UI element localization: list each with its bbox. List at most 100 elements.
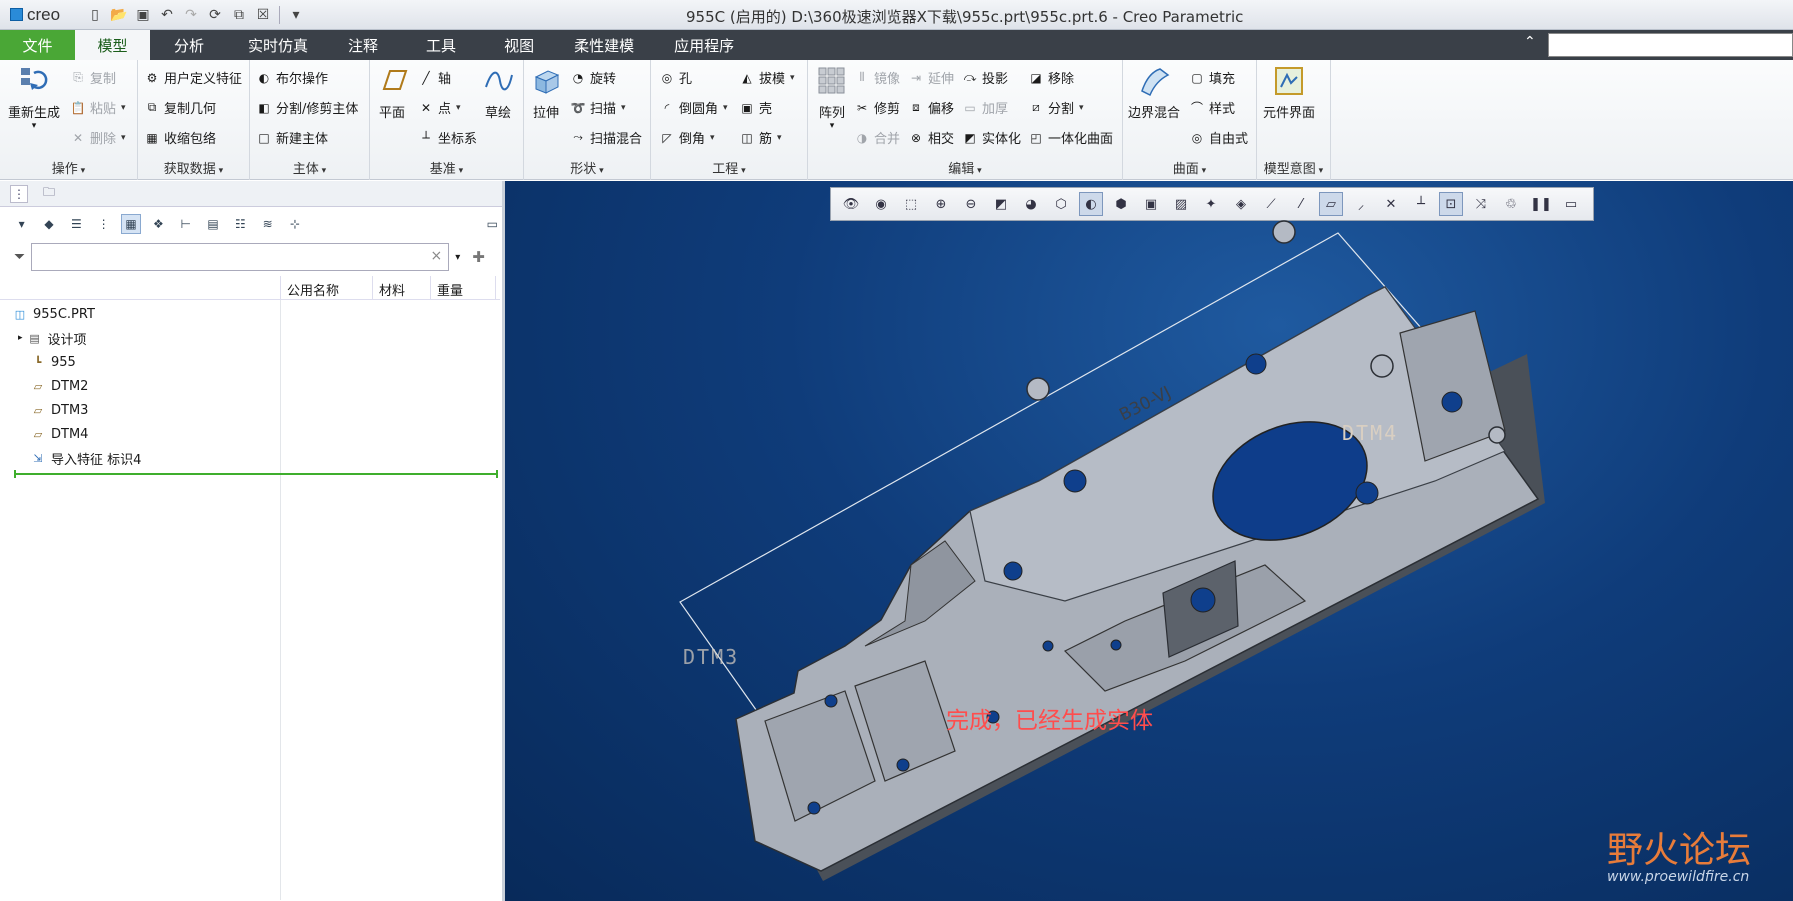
tree-level-icon[interactable]: ⋮ bbox=[94, 214, 113, 234]
tree-item-dtm4[interactable]: ▱ DTM4 bbox=[12, 422, 282, 446]
unify-surfaces-button[interactable]: ◰ 一体化曲面 bbox=[1028, 128, 1113, 148]
thicken-button[interactable]: ▭ 加厚 bbox=[962, 98, 1008, 118]
udf-button[interactable]: ⚙ 用户定义特征 bbox=[144, 68, 242, 88]
highlight-icon[interactable]: ❖ bbox=[149, 214, 168, 234]
tab-applications[interactable]: 应用程序 bbox=[654, 30, 754, 60]
group-label-datum[interactable]: 基准 bbox=[370, 158, 523, 177]
fill-button[interactable]: ▢ 填充 bbox=[1189, 68, 1235, 88]
tree-item-design-items[interactable]: ▸ ▤ 设计项 bbox=[12, 326, 282, 350]
group-label-surfaces[interactable]: 曲面 bbox=[1123, 158, 1256, 177]
boundary-blend-button[interactable]: 边界混合 bbox=[1128, 64, 1180, 121]
pattern-button[interactable]: 阵列 ▾ bbox=[816, 64, 848, 131]
split-button[interactable]: ⧄ 分割 ▾ bbox=[1028, 98, 1083, 117]
tab-view[interactable]: 视图 bbox=[484, 30, 554, 60]
tab-file[interactable]: 文件 bbox=[0, 30, 75, 60]
tab-simulation[interactable]: 实时仿真 bbox=[228, 30, 328, 60]
intersect-button[interactable]: ⊗ 相交 bbox=[908, 128, 954, 148]
boolean-button[interactable]: ◐ 布尔操作 bbox=[256, 68, 328, 88]
column-common-name[interactable]: 公用名称 bbox=[280, 276, 372, 299]
graphics-window[interactable]: 👁 ◉ ⬚ ⊕ ⊖ ◩ ◕ ⬡ ◐ ⬢ ▣ ▨ ✦ ◈ ⟋ ⁄ ▱ ⸝ ✕ ┴ … bbox=[505, 181, 1793, 901]
component-interface-button[interactable]: 元件界面 bbox=[1263, 64, 1315, 121]
tree-filter-icon[interactable]: ☰ bbox=[67, 214, 86, 234]
extrude-button[interactable]: 拉伸 bbox=[530, 64, 562, 121]
group-label-editing[interactable]: 编辑 bbox=[808, 158, 1122, 177]
tree-search-input[interactable]: × bbox=[31, 243, 450, 271]
offset-button[interactable]: ⧈ 偏移 bbox=[908, 98, 954, 117]
axis-button[interactable]: ╱ 轴 bbox=[418, 68, 451, 88]
new-body-button[interactable]: □ 新建主体 bbox=[256, 128, 328, 148]
group-label-get-data[interactable]: 获取数据 bbox=[138, 158, 249, 177]
model-display-icon[interactable]: ◆ bbox=[39, 214, 58, 234]
hole-button[interactable]: ◎ 孔 bbox=[659, 68, 692, 88]
regenerate-button[interactable]: 重新生成 ▾ bbox=[8, 64, 60, 131]
tree-item-dtm3[interactable]: ▱ DTM3 bbox=[12, 398, 282, 422]
revolve-button[interactable]: ◔ 旋转 bbox=[570, 68, 616, 88]
search-dropdown-icon[interactable]: ▾ bbox=[455, 252, 460, 263]
shrinkwrap-button[interactable]: ▦ 收缩包络 bbox=[144, 128, 216, 148]
sketch-button[interactable]: 草绘 bbox=[482, 64, 514, 121]
windows-icon[interactable]: ⧉ bbox=[228, 4, 250, 26]
tab-analysis[interactable]: 分析 bbox=[150, 30, 228, 60]
customize-qat-icon[interactable]: ▾ bbox=[285, 4, 307, 26]
expand-collapse-icon[interactable]: ▾ bbox=[12, 214, 31, 234]
tree-details-icon[interactable]: ▭ bbox=[483, 214, 502, 234]
chamfer-button[interactable]: ◸ 倒角 ▾ bbox=[659, 128, 714, 148]
swept-blend-button[interactable]: ⤳ 扫描混合 bbox=[570, 128, 642, 147]
folder-browser-tab-icon[interactable]: 🗀 bbox=[40, 185, 58, 203]
model-viewport[interactable]: B30-VJ bbox=[505, 181, 1793, 901]
tree-structure-icon[interactable]: ⊢ bbox=[176, 214, 195, 234]
collapse-ribbon-icon[interactable]: ⌃ bbox=[1524, 34, 1536, 50]
layer-tree-icon[interactable]: ☷ bbox=[231, 214, 250, 234]
merge-button[interactable]: ◑ 合并 bbox=[854, 128, 900, 148]
trim-button[interactable]: ✂ 修剪 bbox=[854, 98, 900, 118]
redo-icon[interactable]: ↷ bbox=[180, 4, 202, 26]
group-label-body[interactable]: 主体 bbox=[250, 158, 369, 177]
style-button[interactable]: ⌒ 样式 bbox=[1189, 98, 1235, 117]
clear-search-icon[interactable]: × bbox=[430, 248, 442, 264]
tree-settings-icon[interactable]: ⊹ bbox=[285, 214, 304, 234]
remove-button[interactable]: ◪ 移除 bbox=[1028, 68, 1074, 88]
rib-button[interactable]: ◫ 筋 ▾ bbox=[739, 128, 781, 148]
paste-button[interactable]: 📋 粘贴 ▾ bbox=[70, 98, 126, 118]
tree-item-import-feature[interactable]: ⇲ 导入特征 标识4 bbox=[12, 446, 282, 470]
round-button[interactable]: ◜ 倒圆角 ▾ bbox=[659, 98, 728, 118]
close-window-icon[interactable]: ☒ bbox=[252, 4, 274, 26]
group-label-shape[interactable]: 形状 bbox=[524, 158, 650, 177]
tab-tools[interactable]: 工具 bbox=[398, 30, 484, 60]
group-label-operations[interactable]: 操作 bbox=[0, 158, 137, 177]
regenerate-icon[interactable]: ⟳ bbox=[204, 4, 226, 26]
delete-button[interactable]: ✕ 删除 ▾ bbox=[70, 128, 126, 148]
add-column-icon[interactable]: ✚ bbox=[472, 248, 485, 266]
draft-button[interactable]: ◭ 拔模 ▾ bbox=[739, 68, 794, 88]
column-weight[interactable]: 重量 bbox=[430, 276, 496, 299]
new-file-icon[interactable]: ▯ bbox=[84, 4, 106, 26]
tree-item-dtm2[interactable]: ▱ DTM2 bbox=[12, 374, 282, 398]
expand-arrow-icon[interactable]: ▸ bbox=[18, 333, 23, 343]
tab-flexible-modeling[interactable]: 柔性建模 bbox=[554, 30, 654, 60]
group-label-model-intent[interactable]: 模型意图 bbox=[1257, 158, 1330, 177]
point-button[interactable]: ✕ 点 ▾ bbox=[418, 98, 461, 118]
tab-annotate[interactable]: 注释 bbox=[328, 30, 398, 60]
datum-label-dtm4[interactable]: DTM4 bbox=[1342, 421, 1398, 445]
plane-button[interactable]: 平面 bbox=[376, 64, 408, 121]
column-settings-icon[interactable]: ▤ bbox=[203, 214, 222, 234]
extend-button[interactable]: ⇥ 延伸 bbox=[908, 68, 954, 88]
open-folder-icon[interactable]: 📂 bbox=[108, 4, 130, 26]
datum-label-dtm3[interactable]: DTM3 bbox=[683, 645, 739, 669]
sweep-button[interactable]: ➰ 扫描 ▾ bbox=[570, 98, 626, 118]
tree-columns-icon[interactable]: ▦ bbox=[121, 214, 141, 234]
csys-button[interactable]: ┴ 坐标系 bbox=[418, 128, 477, 148]
solidify-button[interactable]: ◩ 实体化 bbox=[962, 128, 1021, 148]
shell-button[interactable]: ▣ 壳 bbox=[739, 98, 772, 118]
insert-here-marker[interactable] bbox=[14, 470, 498, 478]
group-label-engineering[interactable]: 工程 bbox=[651, 158, 807, 177]
column-material[interactable]: 材料 bbox=[372, 276, 430, 299]
stacked-layers-icon[interactable]: ≋ bbox=[258, 214, 277, 234]
split-trim-body-button[interactable]: ◧ 分割/修剪主体 bbox=[256, 98, 358, 118]
copy-geometry-button[interactable]: ⧉ 复制几何 bbox=[144, 98, 216, 117]
command-search-input[interactable] bbox=[1548, 33, 1793, 57]
tree-item-part[interactable]: ◫ 955C.PRT bbox=[12, 302, 282, 326]
project-button[interactable]: ⤼ 投影 bbox=[962, 68, 1008, 87]
tab-model[interactable]: 模型 bbox=[75, 30, 150, 60]
mirror-button[interactable]: ⫴ 镜像 bbox=[854, 68, 900, 87]
